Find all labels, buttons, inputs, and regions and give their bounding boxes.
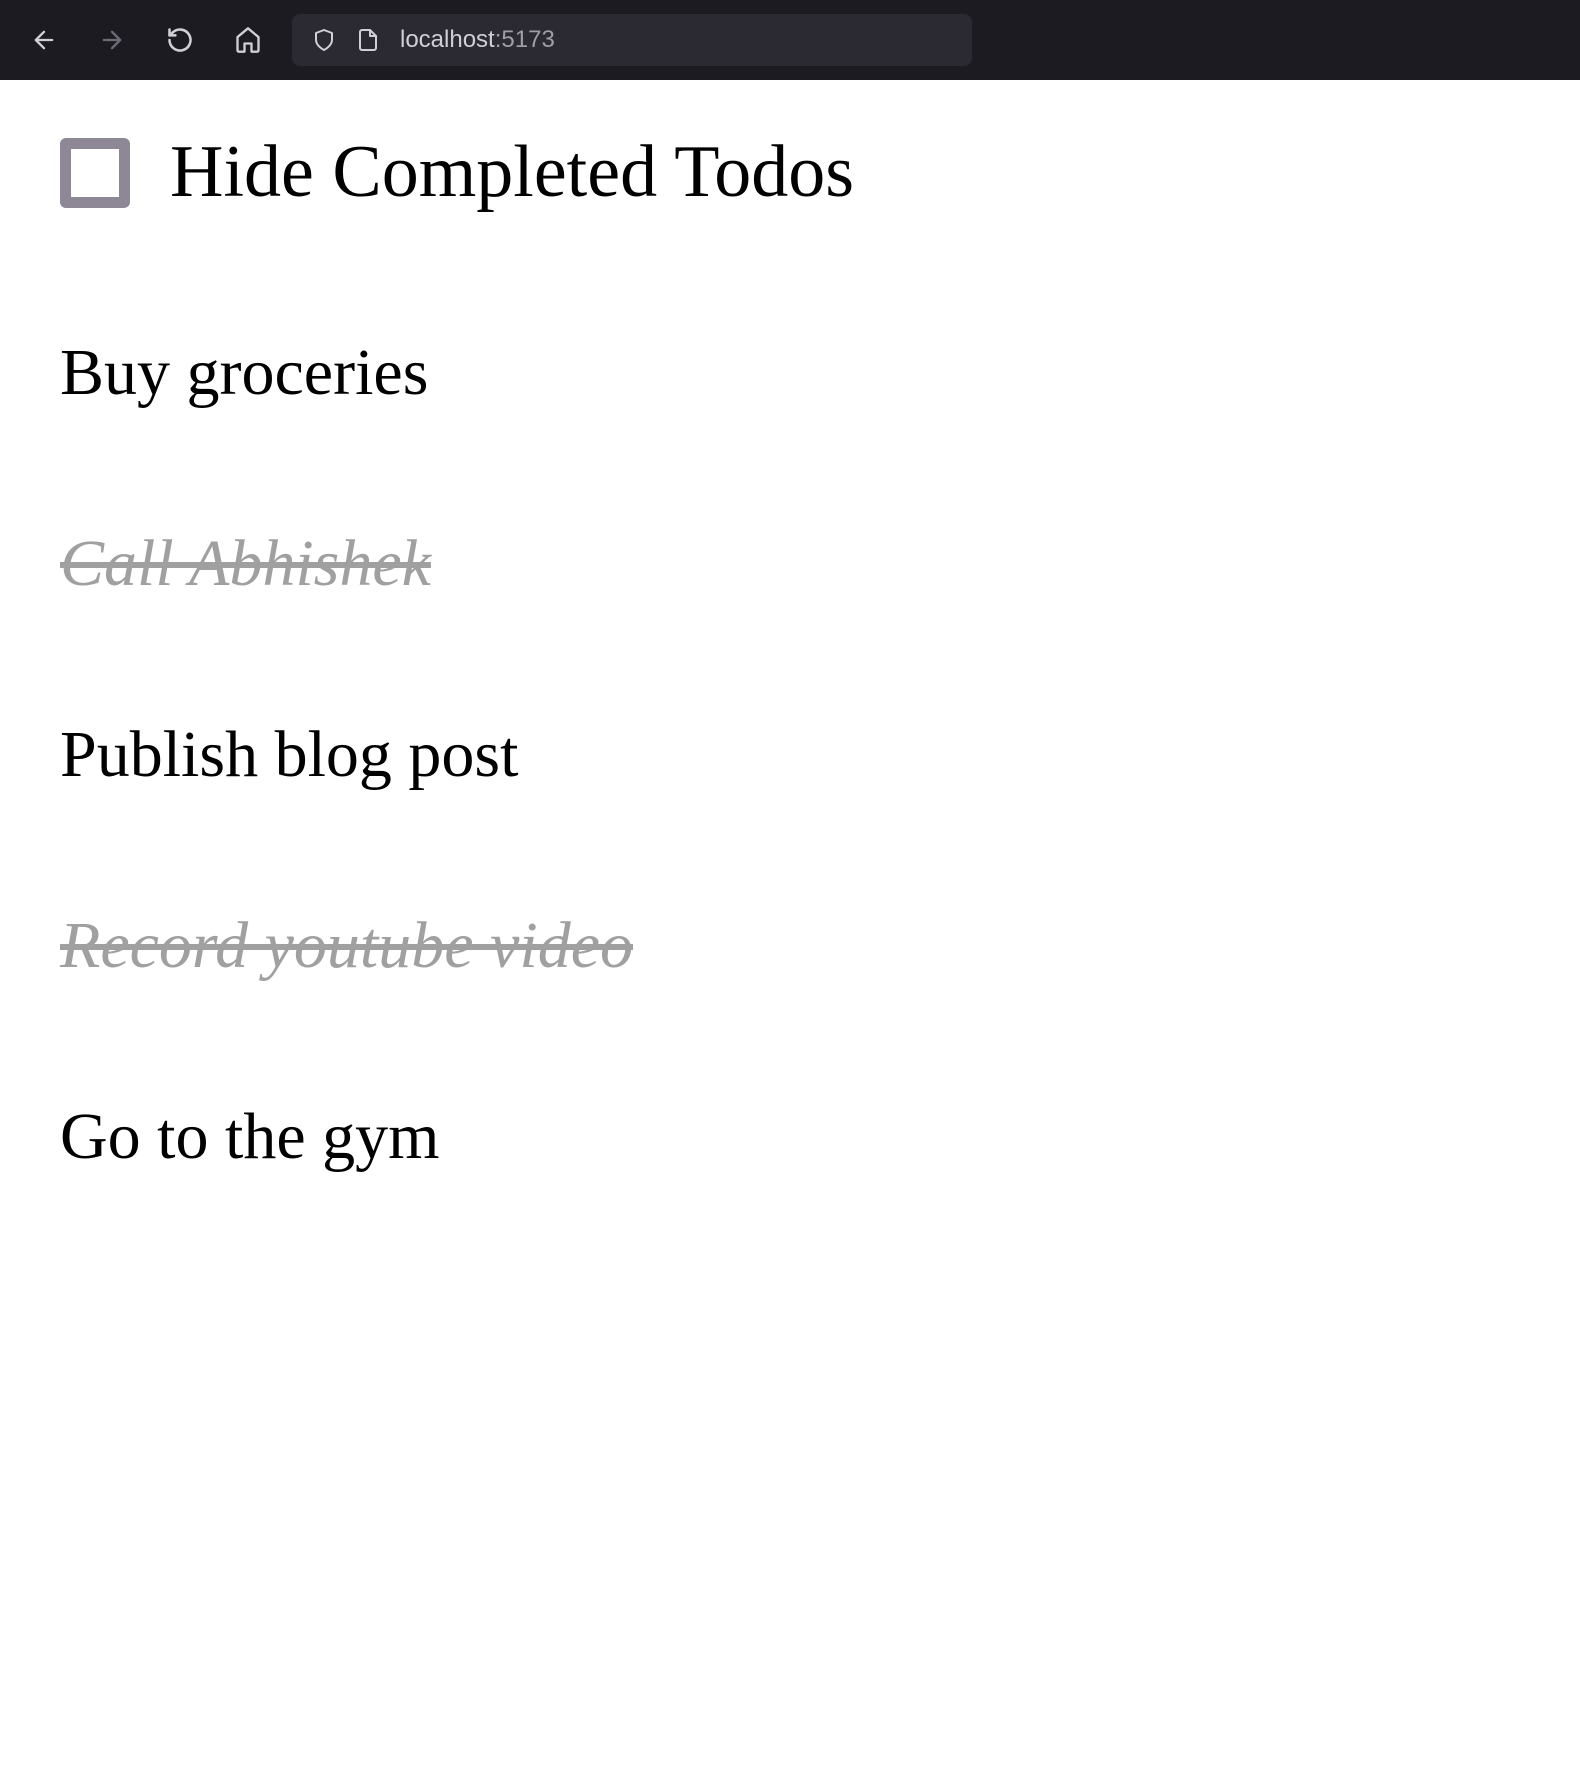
page-icon [356, 28, 380, 52]
todo-item[interactable]: Record youtube video [60, 908, 1520, 984]
hide-completed-checkbox[interactable] [60, 138, 130, 208]
todo-item[interactable]: Publish blog post [60, 717, 1520, 793]
url-text: localhost:5173 [400, 26, 555, 54]
forward-icon[interactable] [98, 26, 126, 54]
todo-list: Buy groceries Call Abhishek Publish blog… [60, 335, 1520, 1175]
filter-row: Hide Completed Todos [60, 130, 1520, 215]
url-host: localhost [400, 26, 495, 53]
address-bar[interactable]: localhost:5173 [292, 14, 972, 66]
todo-item[interactable]: Go to the gym [60, 1099, 1520, 1175]
todo-item[interactable]: Buy groceries [60, 335, 1520, 411]
back-icon[interactable] [30, 26, 58, 54]
home-icon[interactable] [234, 26, 262, 54]
todo-item[interactable]: Call Abhishek [60, 526, 1520, 602]
nav-controls [30, 26, 262, 54]
page-content: Hide Completed Todos Buy groceries Call … [0, 80, 1580, 1225]
url-port: :5173 [495, 26, 555, 53]
reload-icon[interactable] [166, 26, 194, 54]
browser-chrome: localhost:5173 [0, 0, 1580, 80]
shield-icon[interactable] [312, 28, 336, 52]
filter-label: Hide Completed Todos [170, 130, 854, 215]
